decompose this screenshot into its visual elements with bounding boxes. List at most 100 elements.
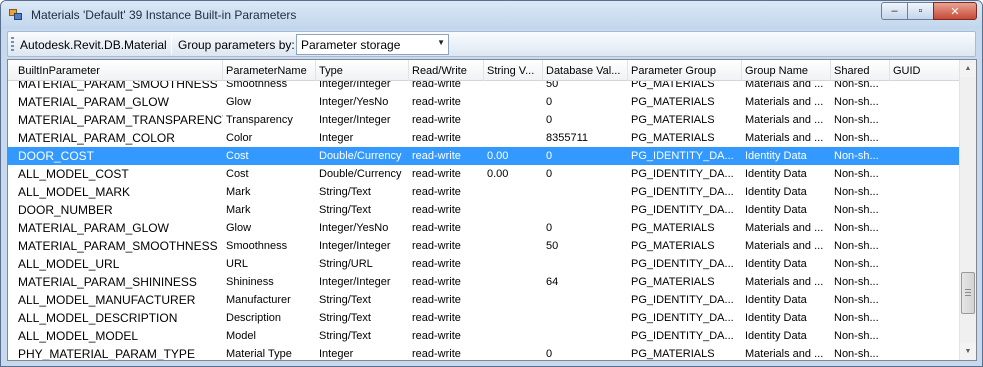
cell-builtin-parameter: DOOR_NUMBER (18, 203, 113, 217)
table-row[interactable]: MATERIAL_PARAM_SHININESS Shininess Integer… (8, 273, 960, 291)
application-icon (9, 9, 23, 21)
cell-string-value (484, 291, 543, 309)
cell-builtin-parameter: MATERIAL_PARAM_COLOR (18, 131, 175, 145)
table-row[interactable]: PHY_MATERIAL_PARAM_TYPE Material Type Inte… (8, 345, 960, 360)
column-header-group-name[interactable]: Group Name (742, 60, 831, 81)
cell-type: Integer (319, 348, 354, 360)
cell-read-write: read-write (412, 81, 461, 90)
cell-shared: Non-sh... (834, 276, 879, 288)
cell-type: Integer/Integer (319, 81, 391, 90)
close-button[interactable]: ✕ (933, 2, 977, 20)
cell-parameter-group: PG_MATERIALS (631, 240, 715, 252)
column-header-database-value[interactable]: Database Val... (543, 60, 628, 81)
column-header-type[interactable]: Type (316, 60, 409, 81)
cell-type: Double/Currency (319, 150, 402, 162)
cell-string-value (484, 93, 543, 111)
table-row[interactable]: ALL_MODEL_URL URL String/URL read-write PG_I… (8, 255, 960, 273)
toolbar-grip-icon[interactable] (11, 37, 14, 52)
column-header-parameter-name[interactable]: ParameterName (223, 60, 316, 81)
cell-type: String/Text (319, 186, 371, 198)
scroll-down-button[interactable]: ▼ (960, 343, 976, 360)
grid-rows-viewport: MATERIAL_PARAM_SMOOTHNESS Smoothness Integ… (8, 81, 960, 360)
table-row[interactable]: MATERIAL_PARAM_TRANSPARENCY Transparency I… (8, 111, 960, 129)
cell-read-write: read-write (412, 312, 461, 324)
cell-string-value (484, 111, 543, 129)
table-row[interactable]: MATERIAL_PARAM_GLOW Glow Integer/YesNo read… (8, 93, 960, 111)
table-row[interactable]: MATERIAL_PARAM_SMOOTHNESS Smoothness Integ… (8, 237, 960, 255)
scroll-up-icon: ▲ (964, 65, 972, 72)
cell-string-value: 0.00 (487, 150, 509, 162)
table-row[interactable]: MATERIAL_PARAM_GLOW Glow Integer/YesNo read… (8, 219, 960, 237)
cell-type: String/Text (319, 312, 371, 324)
cell-builtin-parameter: MATERIAL_PARAM_TRANSPARENCY (18, 113, 223, 127)
scroll-up-button[interactable]: ▲ (960, 60, 976, 77)
cell-builtin-parameter: ALL_MODEL_URL (18, 257, 120, 271)
table-row[interactable]: MATERIAL_PARAM_COLOR Color Integer read-wri… (8, 129, 960, 147)
column-header-parameter-group[interactable]: Parameter Group (628, 60, 742, 81)
cell-guid (890, 111, 960, 129)
table-row[interactable]: MATERIAL_PARAM_SMOOTHNESS Smoothness Integ… (8, 81, 960, 93)
title-bar[interactable]: Materials 'Default' 39 Instance Built-in… (1, 1, 982, 29)
cell-builtin-parameter: ALL_MODEL_DESCRIPTION (18, 311, 178, 325)
table-row[interactable]: ALL_MODEL_MANUFACTURER Manufacturer String… (8, 291, 960, 309)
cell-database-value (543, 201, 628, 219)
cell-shared: Non-sh... (834, 294, 879, 306)
maximize-button[interactable]: ▫ (907, 2, 933, 20)
cell-guid (890, 147, 960, 165)
cell-shared: Non-sh... (834, 132, 879, 144)
maximize-icon: ▫ (918, 5, 923, 17)
cell-builtin-parameter: MATERIAL_PARAM_SMOOTHNESS (18, 81, 218, 91)
table-row[interactable]: ALL_MODEL_DESCRIPTION Description String/T… (8, 309, 960, 327)
cell-string-value (484, 309, 543, 327)
grid-rows: MATERIAL_PARAM_SMOOTHNESS Smoothness Integ… (8, 81, 960, 360)
cell-builtin-parameter: ALL_MODEL_MARK (18, 185, 131, 199)
column-header-string-value[interactable]: String V... (484, 60, 543, 81)
cell-shared: Non-sh... (834, 330, 879, 342)
table-row[interactable]: ALL_MODEL_COST Cost Double/Currency read-wr… (8, 165, 960, 183)
cell-guid (890, 345, 960, 360)
cell-builtin-parameter: MATERIAL_PARAM_GLOW (18, 95, 169, 109)
group-by-dropdown[interactable]: Parameter storage ▼ (296, 34, 449, 55)
column-header-shared[interactable]: Shared (831, 60, 890, 81)
parameters-grid[interactable]: BuiltInParameter ParameterName Type Read/Wr… (7, 59, 977, 361)
group-by-value: Parameter storage (301, 38, 401, 52)
table-row[interactable]: DOOR_NUMBER Mark String/Text read-write PG_I… (8, 201, 960, 219)
cell-string-value: 0.00 (487, 168, 509, 180)
cell-builtin-parameter: MATERIAL_PARAM_GLOW (18, 221, 169, 235)
cell-string-value (484, 255, 543, 273)
column-header-read-write[interactable]: Read/Write (409, 60, 484, 81)
column-header-builtin-parameter[interactable]: BuiltInParameter (15, 60, 223, 81)
window-controls: ‒ ▫ ✕ (881, 2, 977, 21)
cell-parameter-group: PG_IDENTITY_DA... (631, 312, 734, 324)
cell-parameter-name: Manufacturer (226, 294, 291, 306)
cell-read-write: read-write (412, 276, 461, 288)
cell-parameter-name: Material Type (226, 348, 292, 360)
vertical-scrollbar[interactable]: ▲ ▼ (959, 60, 976, 360)
cell-guid (890, 327, 960, 345)
cell-shared: Non-sh... (834, 186, 879, 198)
table-row[interactable]: ALL_MODEL_MODEL Model String/Text read-writ… (8, 327, 960, 345)
column-header-guid[interactable]: GUID (890, 60, 960, 81)
cell-type: Integer/YesNo (319, 222, 389, 234)
cell-database-value (543, 255, 628, 273)
cell-type: Double/Currency (319, 168, 402, 180)
cell-guid (890, 273, 960, 291)
cell-database-value: 0 (546, 348, 553, 360)
cell-database-value (543, 309, 628, 327)
close-icon: ✕ (950, 5, 960, 18)
cell-parameter-group: PG_IDENTITY_DA... (631, 330, 734, 342)
table-row[interactable]: DOOR_COST Cost Double/Currency read-write 0.… (8, 147, 960, 165)
table-row[interactable]: ALL_MODEL_MARK Mark String/Text read-write P… (8, 183, 960, 201)
cell-shared: Non-sh... (834, 348, 879, 360)
cell-string-value (484, 327, 543, 345)
cell-group-name: Identity Data (745, 168, 807, 180)
dropdown-arrow-icon[interactable]: ▼ (437, 38, 445, 47)
minimize-button[interactable]: ‒ (881, 2, 907, 20)
group-by-label: Group parameters by: (178, 38, 295, 52)
cell-parameter-name: Model (226, 330, 256, 342)
scroll-thumb[interactable] (961, 272, 975, 314)
cell-parameter-name: Cost (226, 150, 249, 162)
cell-database-value: 50 (546, 240, 559, 252)
cell-database-value: 0 (546, 168, 553, 180)
cell-string-value (484, 81, 543, 93)
